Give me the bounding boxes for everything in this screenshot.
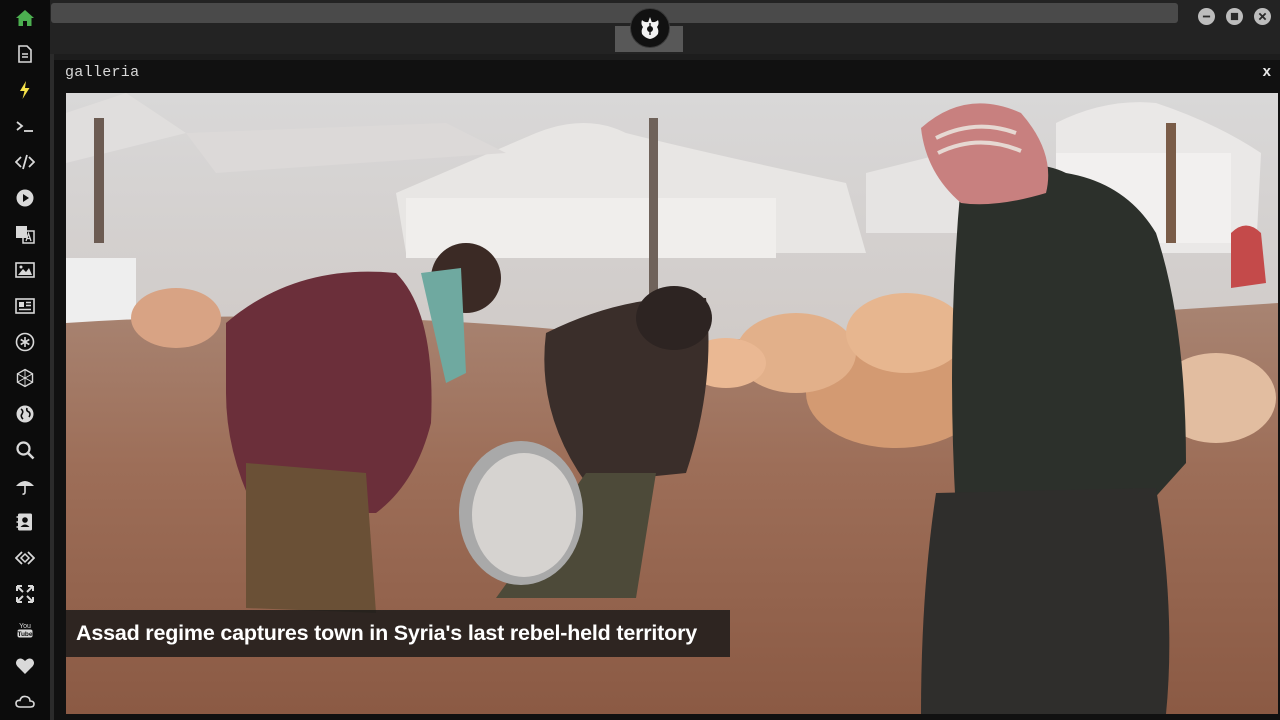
document-icon	[18, 45, 32, 63]
sidebar-item-image[interactable]	[10, 255, 40, 285]
sidebar-item-cloud[interactable]	[10, 687, 40, 717]
newspaper-icon	[15, 298, 35, 314]
code-icon	[15, 154, 35, 170]
sidebar-item-newspaper[interactable]	[10, 291, 40, 321]
translate-icon	[16, 226, 35, 244]
maximize-icon	[1230, 12, 1239, 21]
minimize-button[interactable]	[1198, 8, 1215, 25]
minimize-icon	[1202, 15, 1211, 18]
sidebar-item-code[interactable]	[10, 147, 40, 177]
contact-icon	[16, 513, 32, 531]
terminal-icon	[16, 121, 33, 132]
globe-icon	[16, 405, 34, 423]
expand-icon	[16, 585, 34, 603]
code-diamond-icon	[15, 551, 35, 565]
search-icon	[16, 441, 35, 460]
umbrella-icon	[16, 481, 34, 495]
panel-title: galleria	[65, 64, 140, 81]
panel-close-button[interactable]: x	[1263, 63, 1271, 80]
sidebar-item-terminal[interactable]	[10, 111, 40, 141]
caption-text: Assad regime captures town in Syria's la…	[76, 621, 697, 645]
hexagon-icon	[16, 368, 34, 388]
sidebar-item-lightning[interactable]	[10, 75, 40, 105]
asterisk-icon	[15, 332, 35, 352]
rebel-alliance-icon	[641, 17, 659, 39]
app-logo[interactable]	[630, 8, 670, 48]
close-window-button[interactable]	[1254, 8, 1271, 25]
sidebar-item-translate[interactable]	[10, 219, 40, 249]
sidebar-item-heart[interactable]	[10, 651, 40, 681]
sidebar-item-document[interactable]	[10, 39, 40, 69]
sidebar-item-search[interactable]	[10, 435, 40, 465]
home-icon	[16, 10, 34, 26]
sidebar-item-play[interactable]	[10, 183, 40, 213]
image-icon	[15, 262, 35, 278]
youtube-icon: YouTube	[17, 623, 32, 638]
sidebar: You Tube	[0, 0, 50, 720]
sidebar-item-home[interactable]	[10, 3, 40, 33]
address-bar[interactable]	[51, 3, 1178, 23]
sidebar-item-code-diamond[interactable]	[10, 543, 40, 573]
sidebar-item-youtube[interactable]: You Tube	[10, 615, 40, 645]
sidebar-item-expand[interactable]	[10, 579, 40, 609]
heart-icon	[15, 658, 35, 674]
sidebar-item-contact[interactable]	[10, 507, 40, 537]
play-icon	[16, 189, 34, 207]
sidebar-item-asterisk[interactable]	[10, 327, 40, 357]
photo-caption: Assad regime captures town in Syria's la…	[66, 610, 730, 657]
cloud-icon	[15, 695, 35, 708]
sidebar-item-globe[interactable]	[10, 399, 40, 429]
maximize-button[interactable]	[1226, 8, 1243, 25]
lightning-icon	[20, 81, 30, 99]
svg-text:Tube: Tube	[17, 631, 32, 638]
sidebar-item-hexagon[interactable]	[10, 363, 40, 393]
sidebar-item-umbrella[interactable]	[10, 471, 40, 501]
svg-text:You: You	[19, 623, 31, 630]
close-icon	[1258, 12, 1267, 21]
